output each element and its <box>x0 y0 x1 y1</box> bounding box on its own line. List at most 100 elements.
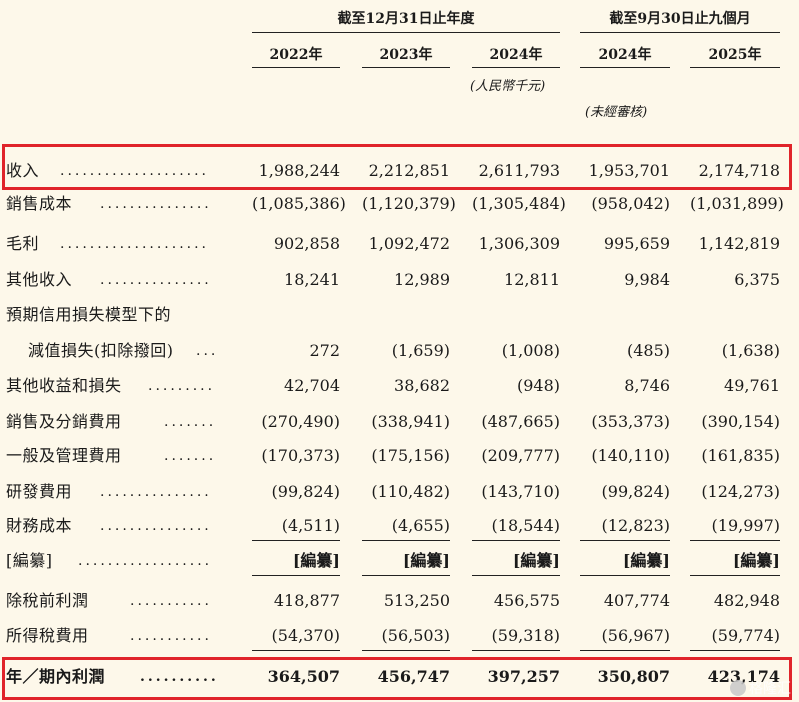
group-header-annual: 截至12月31日止年度 <box>337 11 475 27</box>
cell-underline <box>362 540 450 541</box>
cell-value: 272 <box>309 341 340 360</box>
cell-underline <box>362 575 450 576</box>
watermark-logo-icon <box>730 680 746 696</box>
row-label: 一般及管理費用 <box>6 446 122 465</box>
year-header-2024-nine-months: 2024年 <box>598 47 652 63</box>
leader-dots: .................... <box>60 236 210 252</box>
cell-value: (353,373) <box>591 412 670 431</box>
table-row: 銷售及分銷費用....... (270,490) (338,941) (487,665… <box>0 407 799 437</box>
cell-value: 9,984 <box>624 270 670 289</box>
row-label: 除稅前利潤 <box>6 591 89 610</box>
cell-value: (56,967) <box>601 626 670 645</box>
year-underline-2023 <box>362 67 450 68</box>
cell-value: (99,824) <box>271 482 340 501</box>
cell-value: [編纂] <box>512 551 560 570</box>
table-row: 財務成本............... (4,511) (4,655) (18,544… <box>0 511 799 541</box>
table-row: 銷售成本............... (1,085,386) (1,120,379… <box>0 189 799 219</box>
row-label: 毛利 <box>6 234 40 253</box>
cell-value: (99,824) <box>601 482 670 501</box>
cell-underline <box>362 650 450 651</box>
cell-underline <box>690 575 780 576</box>
leader-dots: .................. <box>78 553 213 569</box>
table-row: 其他收益和損失......... 42,704 38,682 (948) 8,746 49… <box>0 371 799 401</box>
cell-value: 513,250 <box>383 591 450 610</box>
row-label: 預期信用損失模型下的 <box>6 305 172 324</box>
cell-value: (19,997) <box>711 516 780 535</box>
cell-value: 42,704 <box>284 376 340 395</box>
cell-value: (175,156) <box>371 446 450 465</box>
year-header-2024: 2024年 <box>489 47 543 63</box>
cell-value: (18,544) <box>491 516 560 535</box>
table-row: [編纂].................. [編纂] [編纂] [編纂] [編纂] [編… <box>0 546 799 576</box>
unaudited-note: (未經審核) <box>585 105 648 120</box>
cell-value: (12,823) <box>601 516 670 535</box>
cell-underline <box>580 650 670 651</box>
leader-dots: ............... <box>100 484 212 500</box>
cell-value: 407,774 <box>603 591 670 610</box>
cell-value: 18,241 <box>284 270 340 289</box>
cell-underline <box>580 540 670 541</box>
leader-dots: ......... <box>148 378 216 394</box>
row-label: 所得稅費用 <box>6 626 89 645</box>
financial-summary-table: 截至12月31日止年度 截至9月30日止九個月 2022年 2023年 2024… <box>0 0 799 702</box>
cell-value: [編纂] <box>292 551 340 570</box>
cell-value: (110,482) <box>371 482 450 501</box>
cell-underline <box>580 575 670 576</box>
cell-value: (170,373) <box>261 446 340 465</box>
cell-value: (140,110) <box>591 446 670 465</box>
table-row: 毛利.................... 902,858 1,092,472 1,… <box>0 229 799 259</box>
row-label: 其他收益和損失 <box>6 376 122 395</box>
cell-value: (161,835) <box>701 446 780 465</box>
cell-value: (390,154) <box>701 412 780 431</box>
cell-value: 456,575 <box>493 591 560 610</box>
row-label: 其他收入 <box>6 270 73 289</box>
year-underline-2025 <box>690 67 780 68</box>
table-row: 所得稅費用........... (54,370) (56,503) (59,318)… <box>0 621 799 651</box>
cell-underline <box>252 650 340 651</box>
cell-value: (1,659) <box>391 341 450 360</box>
year-underline-2022 <box>252 67 340 68</box>
cell-value: (485) <box>626 341 670 360</box>
cell-underline <box>252 540 340 541</box>
watermark: 格隆汇 <box>730 678 791 698</box>
cell-value: (948) <box>516 376 560 395</box>
cell-underline <box>690 540 780 541</box>
cell-value: (1,305,484) <box>472 194 566 213</box>
cell-value: 995,659 <box>603 234 670 253</box>
leader-dots: ........... <box>130 628 212 644</box>
cell-underline <box>472 540 560 541</box>
cell-value: (56,503) <box>381 626 450 645</box>
row-label: 銷售及分銷費用 <box>6 412 122 431</box>
cell-value: (143,710) <box>481 482 560 501</box>
cell-value: (958,042) <box>591 194 670 213</box>
leader-dots: ............... <box>100 196 212 212</box>
cell-value: (124,273) <box>701 482 780 501</box>
group-header-nine-months: 截至9月30日止九個月 <box>609 11 751 27</box>
cell-value: (270,490) <box>261 412 340 431</box>
cell-value: (1,031,899) <box>690 194 784 213</box>
cell-value: [編纂] <box>622 551 670 570</box>
row-label: 減值損失(扣除撥回) <box>28 341 174 360</box>
leader-dots: ... <box>196 343 219 359</box>
row-label: 研發費用 <box>6 482 73 501</box>
table-row: 除稅前利潤........... 418,877 513,250 456,575 407… <box>0 586 799 616</box>
cell-value: (1,008) <box>501 341 560 360</box>
cell-value: (54,370) <box>271 626 340 645</box>
cell-value: (59,774) <box>711 626 780 645</box>
cell-value: (1,120,379) <box>362 194 456 213</box>
cell-value: 12,811 <box>504 270 560 289</box>
cell-value: (4,655) <box>391 516 450 535</box>
table-row: 一般及管理費用....... (170,373) (175,156) (209,777… <box>0 441 799 471</box>
cell-value: 1,092,472 <box>368 234 450 253</box>
cell-value: (4,511) <box>281 516 340 535</box>
cell-value: 49,761 <box>724 376 780 395</box>
row-label: 財務成本 <box>6 516 73 535</box>
group-underline-nine-months <box>580 32 780 33</box>
cell-underline <box>472 575 560 576</box>
group-underline-annual <box>252 32 560 33</box>
table-row: 預期信用損失模型下的 <box>0 300 799 330</box>
cell-value: (338,941) <box>371 412 450 431</box>
year-header-2022: 2022年 <box>269 47 323 63</box>
cell-value: 6,375 <box>734 270 780 289</box>
cell-value: (487,665) <box>481 412 560 431</box>
